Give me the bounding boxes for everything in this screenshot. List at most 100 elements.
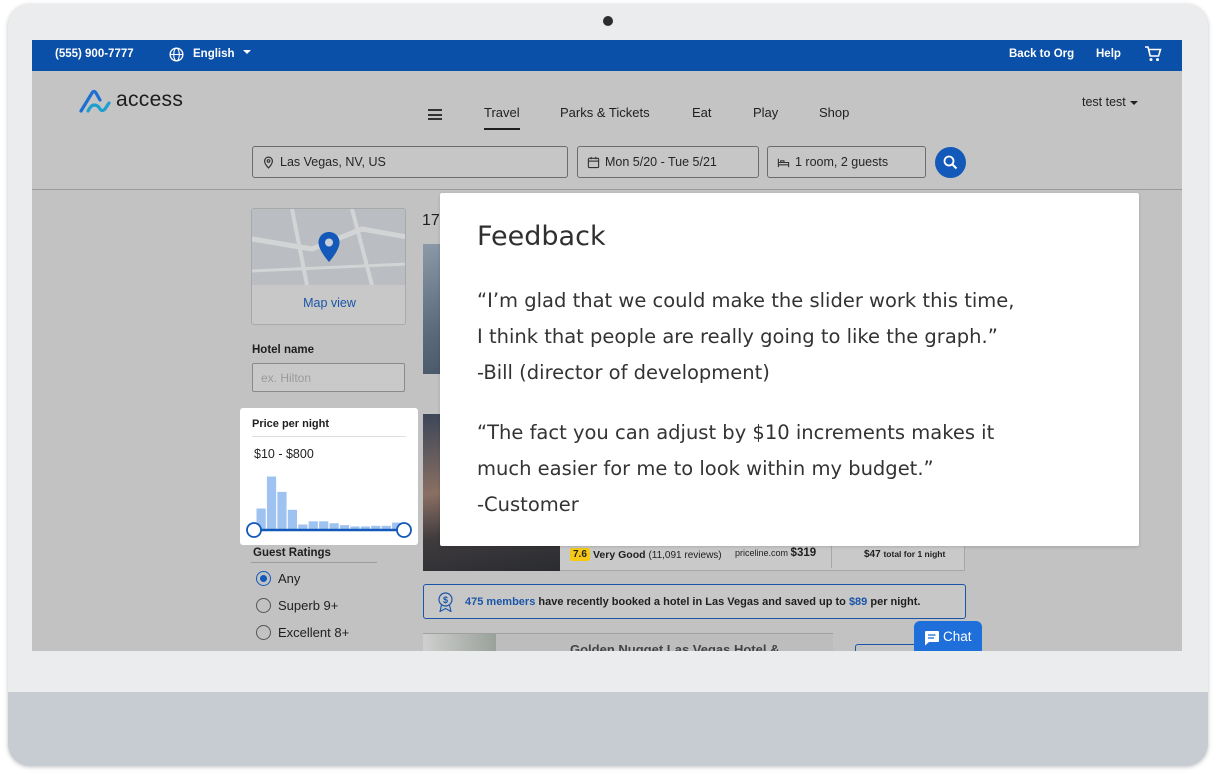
- bed-icon: [777, 158, 790, 168]
- promo-members: 475 members: [465, 596, 536, 608]
- histogram-bar: [287, 509, 298, 529]
- total-price-value: $47: [864, 549, 881, 560]
- location-input[interactable]: Las Vegas, NV, US: [252, 146, 568, 178]
- total-price: $47 total for 1 night: [864, 549, 945, 560]
- price-filter-card: Price per night $10 - $800: [240, 408, 418, 545]
- user-menu[interactable]: test test: [1082, 95, 1138, 109]
- histogram-bar: [381, 525, 391, 529]
- histogram-bar: [371, 525, 381, 529]
- hotel-name-label: Hotel name: [252, 344, 314, 356]
- histogram-bar: [329, 523, 339, 529]
- histogram-bar: [350, 526, 360, 529]
- logo-text[interactable]: access: [116, 88, 183, 112]
- histogram-bar: [339, 525, 350, 529]
- rating-option-excellent[interactable]: Excellent 8+: [256, 625, 349, 640]
- quote-line: “The fact you can adjust by $10 incremen…: [477, 421, 995, 444]
- radio-unchecked-icon[interactable]: [256, 598, 271, 613]
- map-pin-icon: [318, 232, 340, 262]
- results-count: 17: [422, 212, 440, 229]
- source-price-value: $319: [790, 547, 817, 559]
- total-price-label: total for 1 night: [883, 549, 946, 559]
- radio-unchecked-icon[interactable]: [256, 625, 271, 640]
- cart-icon[interactable]: [1144, 45, 1162, 63]
- chat-button[interactable]: Chat: [914, 621, 982, 651]
- top-bar: (555) 900-7777 English Back to Org Help: [32, 40, 1182, 71]
- next-hotel-card[interactable]: Golden Nugget Las Vegas Hotel &: [423, 633, 833, 651]
- quote-attribution: -Customer: [477, 493, 579, 516]
- chat-icon: [925, 631, 939, 646]
- search-button[interactable]: [935, 147, 966, 178]
- phone-number[interactable]: (555) 900-7777: [55, 48, 134, 60]
- feedback-quote: “The fact you can adjust by $10 incremen…: [477, 415, 994, 523]
- svg-text:$: $: [443, 595, 448, 605]
- histogram-bar: [266, 476, 277, 529]
- language-caret-icon[interactable]: [243, 50, 251, 54]
- source-price: priceline.com $319: [735, 547, 816, 559]
- promo-text: have recently booked a hotel in Las Vega…: [535, 596, 849, 608]
- location-pin-icon: [263, 156, 274, 169]
- device-chin: [8, 692, 1208, 766]
- promo-amount: $89: [848, 596, 868, 608]
- rating-excellent-label[interactable]: Excellent 8+: [278, 625, 349, 640]
- nav-parks-tickets[interactable]: Parks & Tickets: [560, 105, 650, 120]
- rating-badge: 7.6: [570, 548, 590, 561]
- slider-min-handle[interactable]: [246, 522, 262, 538]
- histogram-bar: [308, 521, 318, 529]
- hotel-photo[interactable]: [423, 634, 496, 651]
- guests-value: 1 room, 2 guests: [795, 155, 889, 169]
- histogram-bar: [360, 526, 371, 529]
- nav-shop[interactable]: Shop: [819, 105, 849, 120]
- location-value: Las Vegas, NV, US: [280, 155, 386, 169]
- calendar-icon: [587, 156, 600, 169]
- help-link[interactable]: Help: [1096, 48, 1121, 60]
- search-icon: [943, 155, 958, 170]
- user-name[interactable]: test test: [1082, 95, 1126, 109]
- rating-text: Very Good: [593, 549, 646, 561]
- rating-superb-label[interactable]: Superb 9+: [278, 598, 338, 613]
- feedback-quote: “I’m glad that we could make the slider …: [477, 283, 1014, 391]
- rating-summary: Very Good (11,091 reviews): [593, 549, 722, 561]
- feedback-panel: Feedback “I’m glad that we could make th…: [440, 193, 1139, 546]
- map-view-link[interactable]: Map view: [252, 296, 405, 310]
- guest-ratings-label: Guest Ratings: [253, 547, 331, 559]
- access-logo-icon[interactable]: [78, 87, 112, 115]
- menu-icon[interactable]: [428, 109, 442, 120]
- feedback-title: Feedback: [477, 221, 606, 252]
- histogram-bar: [319, 521, 329, 529]
- histogram-bar: [298, 524, 308, 529]
- savings-badge-icon: $: [438, 592, 453, 612]
- nav-eat[interactable]: Eat: [692, 105, 712, 120]
- globe-icon[interactable]: [169, 47, 184, 62]
- camera-dot: [603, 16, 613, 26]
- date-range-value: Mon 5/20 - Tue 5/21: [605, 155, 717, 169]
- price-source: priceline.com: [735, 548, 789, 558]
- members-promo-banner: $ 475 members have recently booked a hot…: [423, 584, 966, 619]
- map-card[interactable]: Map view: [251, 208, 406, 325]
- hotel-title[interactable]: Golden Nugget Las Vegas Hotel &: [570, 642, 779, 651]
- chat-label[interactable]: Chat: [943, 629, 972, 644]
- quote-line: much easier for me to look within my bud…: [477, 457, 934, 480]
- guests-input[interactable]: 1 room, 2 guests: [767, 146, 926, 178]
- nav-travel[interactable]: Travel: [484, 105, 520, 130]
- quote-line: I think that people are really going to …: [477, 325, 998, 348]
- rating-option-superb[interactable]: Superb 9+: [256, 598, 338, 613]
- back-to-org-link[interactable]: Back to Org: [1009, 48, 1074, 60]
- promo-text-end: per night.: [867, 596, 921, 608]
- quote-line: “I’m glad that we could make the slider …: [477, 289, 1015, 312]
- price-histogram[interactable]: [240, 408, 418, 545]
- language-selector[interactable]: English: [193, 48, 235, 60]
- rating-option-any[interactable]: Any: [256, 571, 300, 586]
- histogram-bar: [277, 491, 287, 529]
- card-divider: [831, 543, 832, 568]
- rating-any-label[interactable]: Any: [278, 571, 300, 586]
- radio-checked-icon[interactable]: [256, 571, 271, 586]
- review-count: (11,091 reviews): [648, 550, 722, 561]
- user-caret-icon[interactable]: [1129, 100, 1138, 105]
- quote-attribution: -Bill (director of development): [477, 361, 770, 384]
- ratings-divider: [251, 562, 377, 563]
- slider-max-handle[interactable]: [396, 522, 412, 538]
- date-range-input[interactable]: Mon 5/20 - Tue 5/21: [577, 146, 759, 178]
- nav-play[interactable]: Play: [753, 105, 778, 120]
- hotel-name-input[interactable]: ex. Hilton: [252, 363, 405, 392]
- site-header: access Travel Parks & Tickets Eat Play S…: [32, 71, 1182, 190]
